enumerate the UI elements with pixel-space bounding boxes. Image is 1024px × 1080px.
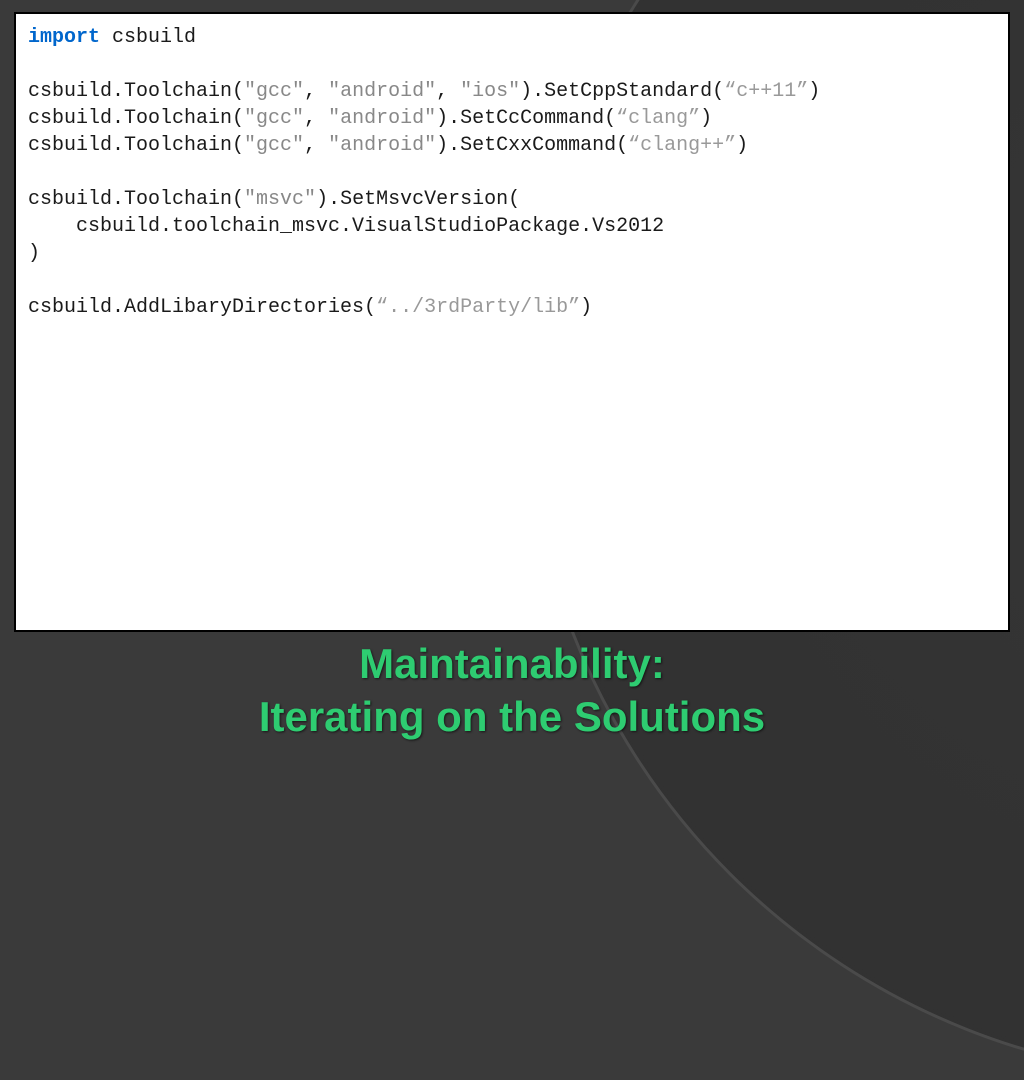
code-text: csbuild bbox=[100, 26, 196, 49]
code-text: csbuild.AddLibaryDirectories( bbox=[28, 296, 376, 319]
string-literal: "android" bbox=[328, 80, 436, 103]
code-text: csbuild.Toolchain( bbox=[28, 107, 244, 130]
code-text: ).SetCcCommand( bbox=[436, 107, 616, 130]
code-text: ) bbox=[580, 296, 592, 319]
code-text: , bbox=[304, 134, 328, 157]
code-text: ).SetMsvcVersion( bbox=[316, 188, 520, 211]
string-literal: "android" bbox=[328, 134, 436, 157]
code-text: csbuild.Toolchain( bbox=[28, 134, 244, 157]
code-text: ).SetCppStandard( bbox=[520, 80, 724, 103]
code-text: ).SetCxxCommand( bbox=[436, 134, 628, 157]
string-literal: "msvc" bbox=[244, 188, 316, 211]
code-text: csbuild.Toolchain( bbox=[28, 80, 244, 103]
code-text: , bbox=[436, 80, 460, 103]
keyword-import: import bbox=[28, 26, 100, 49]
code-text: csbuild.Toolchain( bbox=[28, 188, 244, 211]
string-literal: "android" bbox=[328, 107, 436, 130]
string-literal: "gcc" bbox=[244, 107, 304, 130]
string-literal: "gcc" bbox=[244, 134, 304, 157]
string-literal: "ios" bbox=[460, 80, 520, 103]
title-line-1: Maintainability: bbox=[0, 638, 1024, 691]
code-text: ) bbox=[736, 134, 748, 157]
code-text: ) bbox=[28, 242, 40, 265]
code-text: , bbox=[304, 80, 328, 103]
string-literal: “clang” bbox=[616, 107, 700, 130]
code-text: , bbox=[304, 107, 328, 130]
string-literal: "gcc" bbox=[244, 80, 304, 103]
code-panel: import csbuild csbuild.Toolchain("gcc", … bbox=[14, 12, 1010, 632]
slide-title: Maintainability: Iterating on the Soluti… bbox=[0, 638, 1024, 743]
string-literal: “clang++” bbox=[628, 134, 736, 157]
string-literal: “c++11” bbox=[724, 80, 808, 103]
code-content: import csbuild csbuild.Toolchain("gcc", … bbox=[28, 24, 996, 321]
title-line-2: Iterating on the Solutions bbox=[0, 691, 1024, 744]
code-text: ) bbox=[700, 107, 712, 130]
code-text: ) bbox=[808, 80, 820, 103]
code-text: csbuild.toolchain_msvc.VisualStudioPacka… bbox=[28, 215, 664, 238]
string-literal: “../3rdParty/lib” bbox=[376, 296, 580, 319]
